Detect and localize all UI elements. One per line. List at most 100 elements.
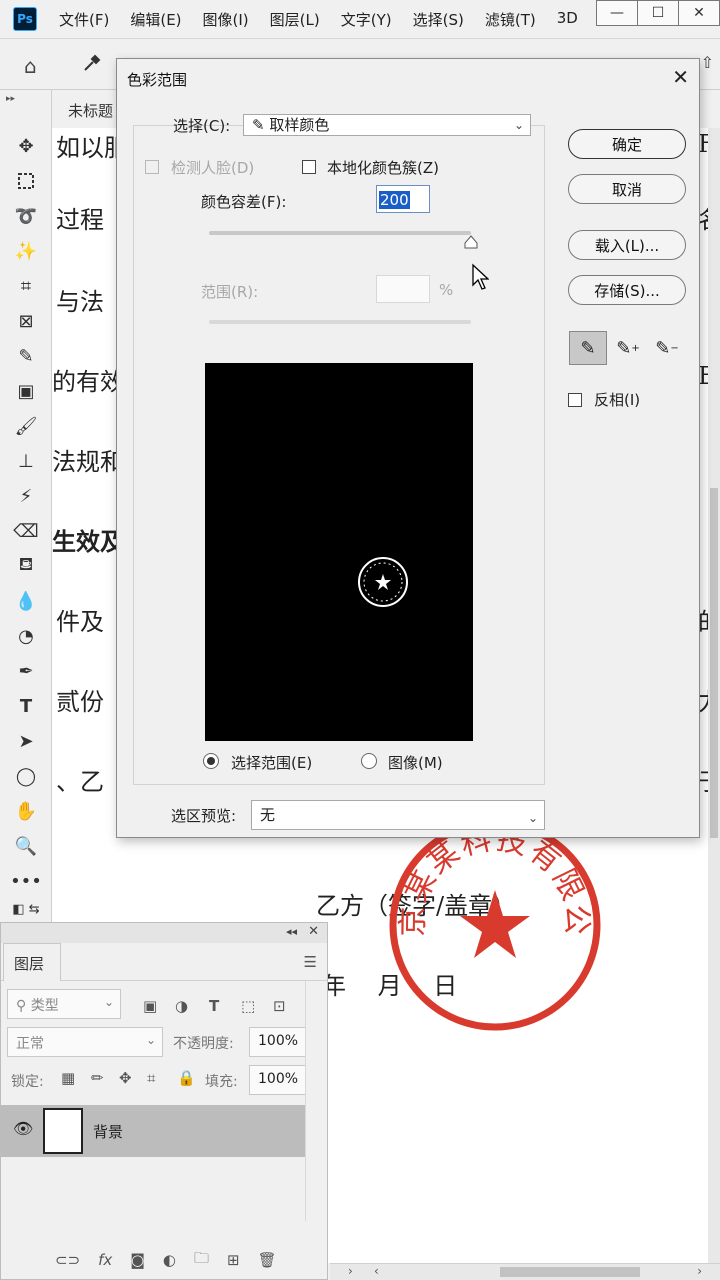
crop-tool-icon[interactable]: ⌗: [0, 272, 52, 300]
menu-image[interactable]: 图像(I): [203, 9, 249, 30]
scroll-left-icon[interactable]: ‹: [374, 1264, 379, 1278]
horizontal-scrollbar[interactable]: › ‹ ›: [330, 1263, 720, 1280]
hand-tool-icon[interactable]: ✋: [0, 797, 52, 825]
layers-footer: ⊂⊃ fx ◙ ◐ 🗀 ⊞ 🗑: [1, 1241, 327, 1279]
scroll-thumb[interactable]: [710, 488, 718, 838]
blend-mode-select[interactable]: 正常 ⌄: [7, 1027, 163, 1057]
cancel-button[interactable]: 取消: [568, 174, 686, 204]
link-layers-icon[interactable]: ⊂⊃: [55, 1251, 80, 1269]
localized-clusters-checkbox[interactable]: [302, 160, 316, 174]
menu-3d[interactable]: 3D: [557, 9, 578, 30]
add-to-sample-icon[interactable]: ✎ +: [609, 331, 647, 365]
frame-tool-icon[interactable]: ⊠: [0, 307, 52, 335]
fuzziness-slider[interactable]: [209, 231, 471, 235]
eyedropper-icon[interactable]: [82, 53, 102, 78]
add-mask-icon[interactable]: ◙: [130, 1251, 145, 1269]
panel-menu-icon[interactable]: ☰: [304, 953, 317, 971]
menu-edit[interactable]: 编辑(E): [130, 9, 181, 30]
kind-filter-select[interactable]: ⚲ 类型 ⌄: [7, 989, 121, 1019]
close-icon[interactable]: ✕: [672, 65, 689, 89]
close-button[interactable]: ✕: [678, 0, 720, 26]
scroll-end-icon[interactable]: ›: [697, 1264, 702, 1278]
menu-select[interactable]: 选择(S): [413, 9, 464, 30]
color-swatch-icon[interactable]: ◧ ⇆: [0, 895, 52, 923]
preview-mode-select[interactable]: 无 ⌄: [251, 800, 545, 830]
zoom-tool-icon[interactable]: 🔍: [0, 832, 52, 860]
type-tool-icon[interactable]: T: [0, 692, 52, 720]
doc-line: 过程: [56, 206, 104, 234]
collapse-panel-icon[interactable]: ◂◂: [286, 925, 297, 938]
minimize-button[interactable]: —: [596, 0, 638, 26]
pen-tool-icon[interactable]: ✒: [0, 657, 52, 685]
search-icon: ⚲: [16, 998, 31, 1014]
eraser-tool-icon[interactable]: ⌫: [0, 517, 52, 545]
more-tools-icon[interactable]: •••: [0, 867, 52, 895]
menu-layer[interactable]: 图层(L): [270, 9, 320, 30]
subtract-from-sample-icon[interactable]: ✎ −: [648, 331, 686, 365]
selection-radio[interactable]: [203, 753, 219, 769]
lock-pixels-icon[interactable]: ✏: [91, 1069, 104, 1087]
vertical-scrollbar[interactable]: [708, 128, 720, 1263]
healing-tool-icon[interactable]: ▣: [0, 377, 52, 405]
range-input[interactable]: [376, 275, 430, 303]
hscroll-thumb[interactable]: [500, 1267, 640, 1277]
fuzziness-slider-handle[interactable]: [464, 235, 478, 249]
blur-tool-icon[interactable]: 💧: [0, 587, 52, 615]
menu-filter[interactable]: 滤镜(T): [485, 9, 536, 30]
adjustment-filter-icon[interactable]: ◑: [175, 997, 188, 1015]
image-radio[interactable]: [361, 753, 377, 769]
selection-preview[interactable]: [205, 363, 473, 741]
lasso-tool-icon[interactable]: ➰: [0, 202, 52, 230]
pixel-filter-icon[interactable]: ▣: [143, 997, 157, 1015]
detect-faces-checkbox[interactable]: [145, 160, 159, 174]
fuzziness-input[interactable]: 200: [376, 185, 430, 213]
history-brush-tool-icon[interactable]: ⚡: [0, 482, 52, 510]
new-layer-icon[interactable]: ⊞: [227, 1251, 240, 1269]
opacity-label: 不透明度:: [173, 1036, 234, 1052]
stamp-tool-icon[interactable]: ⊥: [0, 447, 52, 475]
lock-artboard-icon[interactable]: ⌗: [147, 1069, 155, 1087]
range-slider[interactable]: [209, 320, 471, 324]
lock-transparency-icon[interactable]: ▦: [61, 1069, 75, 1087]
menu-type[interactable]: 文字(Y): [341, 9, 392, 30]
eyedropper-tool-icon[interactable]: ✎: [0, 342, 52, 370]
smart-object-filter-icon[interactable]: ⊡: [273, 997, 286, 1015]
select-dropdown[interactable]: ✎ 取样颜色 ⌄: [243, 114, 531, 136]
home-icon[interactable]: ⌂: [24, 54, 37, 78]
marquee-tool-icon[interactable]: [0, 167, 52, 195]
invert-checkbox[interactable]: [568, 393, 582, 407]
lock-position-icon[interactable]: ✥: [119, 1069, 132, 1087]
eyedropper-icon[interactable]: ✎: [569, 331, 607, 365]
lock-all-icon[interactable]: 🔒: [177, 1069, 196, 1087]
dialog-title: 色彩范围: [127, 71, 188, 89]
fx-icon[interactable]: fx: [98, 1251, 112, 1269]
tab-layers[interactable]: 图层: [3, 943, 61, 981]
paint-bucket-tool-icon[interactable]: ⛾: [0, 552, 52, 580]
magic-wand-tool-icon[interactable]: ✨: [0, 237, 52, 265]
layers-scrollbar[interactable]: [305, 981, 327, 1221]
close-panel-icon[interactable]: ✕: [308, 924, 319, 939]
scroll-right-icon[interactable]: ›: [348, 1264, 353, 1278]
ellipse-tool-icon[interactable]: ◯: [0, 762, 52, 790]
menu-file[interactable]: 文件(F): [59, 9, 109, 30]
ok-button[interactable]: 确定: [568, 129, 686, 159]
panel-header: ◂◂ ✕: [1, 923, 327, 943]
move-tool-icon[interactable]: ✥: [0, 132, 52, 160]
shape-filter-icon[interactable]: ⬚: [241, 997, 255, 1015]
share-icon[interactable]: ⇧: [701, 53, 714, 72]
adjustment-layer-icon[interactable]: ◐: [163, 1251, 176, 1269]
brush-tool-icon[interactable]: 🖌: [0, 412, 52, 440]
save-button[interactable]: 存储(S)...: [568, 275, 686, 305]
collapse-icon[interactable]: ▸▸: [6, 94, 15, 104]
menu-bar: Ps 文件(F) 编辑(E) 图像(I) 图层(L) 文字(Y) 选择(S) 滤…: [0, 0, 720, 38]
visibility-eye-icon[interactable]: 👁: [13, 1119, 33, 1138]
type-filter-icon[interactable]: T: [209, 997, 219, 1015]
select-label: 选择(C):: [173, 117, 231, 135]
load-button[interactable]: 载入(L)...: [568, 230, 686, 260]
trash-icon[interactable]: 🗑: [258, 1251, 277, 1269]
path-select-tool-icon[interactable]: ➤: [0, 727, 52, 755]
dodge-tool-icon[interactable]: ◔: [0, 622, 52, 650]
layer-row-background[interactable]: 👁 背景: [1, 1105, 305, 1157]
maximize-button[interactable]: ☐: [637, 0, 679, 26]
new-group-icon[interactable]: 🗀: [194, 1248, 209, 1273]
